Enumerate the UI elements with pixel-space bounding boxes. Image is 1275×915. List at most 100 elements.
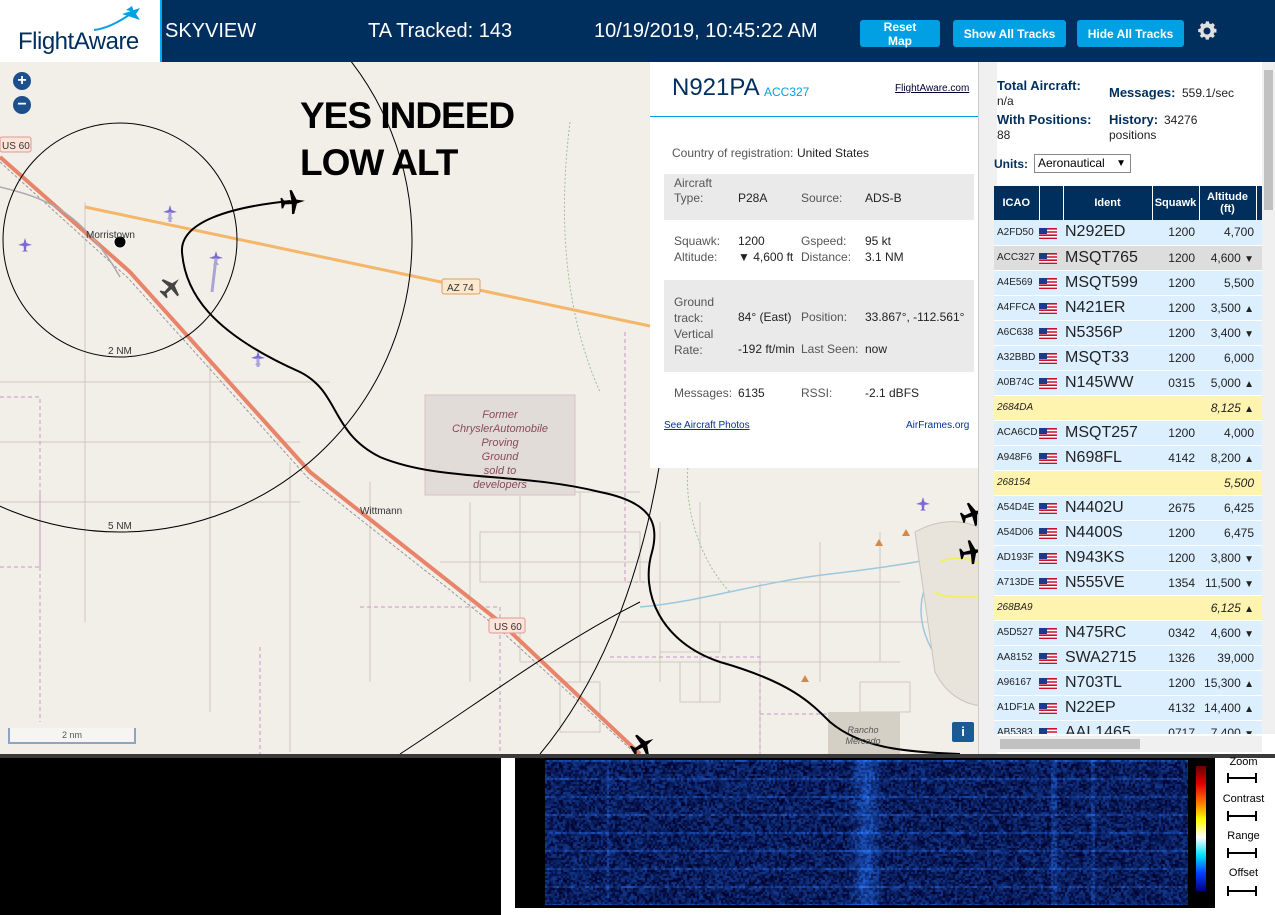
- row-altitude: 15,300 ▲: [1199, 670, 1256, 696]
- row-altitude-value: 39,000: [1217, 650, 1254, 665]
- col-squawk[interactable]: Squawk: [1152, 186, 1200, 220]
- row-icao: A0B74C: [994, 370, 1039, 396]
- flightaware-logo[interactable]: FlightAware: [0, 0, 162, 62]
- row-ident: N292ED: [1063, 220, 1152, 246]
- aircraft-table: ICAO Ident Squawk Altitude (ft) A2FD50 N2…: [994, 186, 1262, 734]
- table-row[interactable]: A4FFCA N421ER 1200 3,500 ▲: [994, 295, 1262, 321]
- table-horizontal-scrollbar[interactable]: [994, 736, 1262, 752]
- table-row[interactable]: A948F6 N698FL 4142 8,200 ▲: [994, 445, 1262, 471]
- col-ident[interactable]: Ident: [1063, 186, 1153, 220]
- zoom-out-button[interactable]: −: [13, 96, 31, 114]
- row-ident: N698FL: [1063, 445, 1152, 471]
- zoom-in-button[interactable]: +: [13, 72, 31, 90]
- row-ident: AAL1465: [1063, 720, 1152, 734]
- table-row[interactable]: AB5383 AAL1465 0717 7,400 ▼: [994, 720, 1262, 734]
- row-altitude-value: 8,200: [1210, 450, 1241, 465]
- flightaware-link[interactable]: FlightAware.com: [895, 83, 969, 94]
- reset-map-button[interactable]: Reset Map: [860, 20, 940, 48]
- table-row[interactable]: ACC327 MSQT765 1200 4,600 ▼: [994, 245, 1262, 271]
- skyview-app: FlightAware SKYVIEW TA Tracked: 143 10/1…: [0, 0, 1275, 915]
- range-slider[interactable]: [1226, 847, 1258, 859]
- row-icao: A96167: [994, 670, 1039, 696]
- col-altitude[interactable]: Altitude (ft): [1199, 186, 1257, 220]
- table-row[interactable]: A5D527 N475RC 0342 4,600 ▼: [994, 620, 1262, 646]
- row-icao: A54D06: [994, 520, 1039, 546]
- offset-label: Offset: [1228, 867, 1259, 879]
- row-squawk: [1152, 470, 1199, 496]
- table-row[interactable]: AA8152 SWA2715 1326 39,000: [994, 645, 1262, 671]
- panel-vertical-scrollbar[interactable]: [1262, 62, 1275, 734]
- row-altitude: 8,200 ▲: [1199, 445, 1256, 471]
- row-flag: [1039, 645, 1063, 671]
- col-flag[interactable]: [1039, 186, 1064, 220]
- row-ident: N4400S: [1063, 520, 1152, 546]
- us-flag-icon: [1039, 377, 1057, 389]
- row-ident: [1063, 470, 1152, 496]
- offset-slider[interactable]: [1226, 885, 1258, 897]
- horizontal-scroll-thumb[interactable]: [1000, 739, 1140, 749]
- table-row[interactable]: 268154 5,500: [994, 470, 1262, 496]
- row-squawk: 2675: [1152, 495, 1199, 521]
- row-altitude-value: 5,500: [1223, 475, 1254, 490]
- header-bar: FlightAware SKYVIEW TA Tracked: 143 10/1…: [0, 0, 1275, 62]
- table-row[interactable]: A6C638 N5356P 1200 3,400 ▼: [994, 320, 1262, 346]
- gear-icon[interactable]: [1195, 19, 1219, 43]
- total-aircraft-value: n/a: [997, 94, 1014, 108]
- aircraft-table-container[interactable]: ICAO Ident Squawk Altitude (ft) A2FD50 N2…: [994, 186, 1262, 734]
- row-ident: [1063, 395, 1152, 421]
- zoom-slider[interactable]: [1226, 772, 1258, 784]
- row-altitude-value: 7,400: [1210, 725, 1241, 735]
- table-row[interactable]: A32BBD MSQT33 1200 6,000: [994, 345, 1262, 371]
- table-row[interactable]: ACA6CD MSQT257 1200 4,000: [994, 420, 1262, 446]
- selected-aircraft-icon[interactable]: [155, 271, 187, 303]
- row-squawk: 1200: [1152, 270, 1199, 296]
- row-altitude: 8,125 ▲: [1199, 395, 1256, 421]
- table-row[interactable]: A2FD50 N292ED 1200 4,700: [994, 220, 1262, 246]
- ground-track-label: Ground track:: [674, 295, 715, 325]
- units-select[interactable]: Aeronautical ▼: [1034, 154, 1131, 173]
- show-all-tracks-button[interactable]: Show All Tracks: [953, 20, 1066, 47]
- vertical-scroll-thumb[interactable]: [1264, 70, 1273, 210]
- aircraft-type-label: Aircraft Type:: [674, 176, 713, 205]
- row-icao: ACC327: [994, 245, 1039, 271]
- selected-aircraft-header: N921PA ACC327 FlightAware.com: [650, 62, 978, 117]
- aircraft-photos-link[interactable]: See Aircraft Photos: [664, 420, 750, 431]
- table-row[interactable]: AD193F N943KS 1200 3,800 ▼: [994, 545, 1262, 571]
- col-icao[interactable]: ICAO: [994, 186, 1040, 220]
- row-ident: [1063, 595, 1152, 621]
- table-row[interactable]: A4E569 MSQT599 1200 5,500: [994, 270, 1262, 296]
- spectrum-waterfall[interactable]: [545, 760, 1188, 905]
- row-flag: [1039, 420, 1063, 446]
- table-row[interactable]: A713DE N555VE 1354 11,500 ▼: [994, 570, 1262, 596]
- info-button[interactable]: i: [952, 722, 974, 742]
- table-row[interactable]: A96167 N703TL 1200 15,300 ▲: [994, 670, 1262, 696]
- row-altitude-value: 11,500: [1204, 575, 1241, 590]
- table-row[interactable]: A1DF1A N22EP 4132 14,400 ▲: [994, 695, 1262, 721]
- table-row[interactable]: A54D4E N4402U 2675 6,425: [994, 495, 1262, 521]
- us-flag-icon: [1039, 727, 1057, 734]
- row-flag: [1039, 295, 1063, 321]
- row-altitude-value: 6,425: [1223, 500, 1254, 515]
- table-row[interactable]: 268BA9 6,125 ▲: [994, 595, 1262, 621]
- history-label: History:: [1109, 112, 1159, 127]
- table-row[interactable]: 2684DA 8,125 ▲: [994, 395, 1262, 421]
- row-icao: A1DF1A: [994, 695, 1039, 721]
- morristown-label: Morristown: [86, 230, 135, 241]
- row-trend-icon: ▲: [1244, 703, 1254, 715]
- table-row[interactable]: A0B74C N145WW 0315 5,000 ▲: [994, 370, 1262, 396]
- row-altitude: 3,500 ▲: [1199, 295, 1256, 321]
- row-altitude: 7,400 ▼: [1199, 720, 1256, 734]
- airframes-link[interactable]: AirFrames.org: [906, 420, 969, 431]
- row-trend-icon: ▼: [1244, 578, 1254, 590]
- selected-aircraft-panel: N921PA ACC327 FlightAware.com Country of…: [650, 62, 978, 468]
- hide-all-tracks-button[interactable]: Hide All Tracks: [1077, 20, 1184, 47]
- total-aircraft-label: Total Aircraft:: [997, 78, 1081, 93]
- row-altitude: 4,000: [1199, 420, 1256, 446]
- row-squawk: 1200: [1152, 295, 1199, 321]
- row-ident: N943KS: [1063, 545, 1152, 571]
- contrast-slider[interactable]: [1226, 810, 1258, 822]
- row-icao: A4FFCA: [994, 295, 1039, 321]
- table-row[interactable]: A54D06 N4400S 1200 6,475: [994, 520, 1262, 546]
- us60-label-b: US 60: [494, 622, 522, 633]
- units-label: Units:: [994, 157, 1028, 171]
